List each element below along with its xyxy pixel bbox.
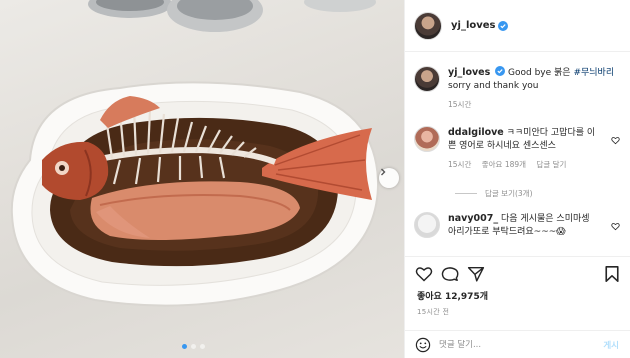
avatar[interactable] <box>414 126 440 152</box>
carousel-dot <box>191 344 196 349</box>
emoji-icon[interactable] <box>415 337 431 353</box>
chevron-right-icon <box>381 168 386 176</box>
caption-text: yj_loves Good bye 붉은 #무늬바리 sorry and tha… <box>440 66 614 111</box>
comment-text: ddalgilove ㅋㅋ미안다 고맙다를 이쁜 영어로 하시네요 센스센스 1… <box>440 126 600 171</box>
bookmark-icon[interactable] <box>603 265 621 283</box>
caption-meta: 15시간 <box>448 98 614 111</box>
view-replies-label: 답글 보기(3개) <box>485 189 533 198</box>
divider <box>455 193 477 194</box>
next-photo-button[interactable] <box>379 168 399 188</box>
comment-composer: 게시 <box>405 330 630 358</box>
carousel-indicator <box>182 344 205 349</box>
caption-line2: sorry and thank you <box>448 81 539 91</box>
reply-link[interactable]: 답글 달기 <box>536 160 566 169</box>
view-replies[interactable]: 답글 보기(3개) <box>455 188 533 199</box>
caption-body: Good bye 붉은 <box>508 68 574 78</box>
comment-input[interactable] <box>439 339 589 350</box>
like-heart-icon[interactable] <box>415 265 433 283</box>
comment-meta: 15시간 좋아요 189개 답글 달기 <box>448 158 600 171</box>
post-header: yj_loves <box>405 0 630 52</box>
caption-time: 15시간 <box>448 100 472 109</box>
carousel-dot <box>182 344 187 349</box>
avatar[interactable] <box>414 212 440 238</box>
comment-likes[interactable]: 좋아요 189개 <box>482 160 526 169</box>
comment-username[interactable]: ddalgilove <box>448 127 504 138</box>
comment-item: ddalgilove ㅋㅋ미안다 고맙다를 이쁜 영어로 하시네요 센스센스 1… <box>414 126 626 171</box>
comment-item: navy007_ 다음 게시물은 스미마셍 아리가또로 부탁드려요~~~😱 <box>414 212 626 239</box>
caption-username[interactable]: yj_loves <box>448 67 490 78</box>
comment-username[interactable]: navy007_ <box>448 213 498 224</box>
comment-bubble-icon[interactable] <box>441 265 459 283</box>
header-username[interactable]: yj_loves <box>451 20 496 31</box>
carousel-dot <box>200 344 205 349</box>
post-photo[interactable] <box>0 0 404 358</box>
fish-on-plate-image <box>10 0 380 307</box>
avatar[interactable] <box>414 66 440 92</box>
post-actions: 좋아요 12,975개 15시간 전 <box>405 256 630 330</box>
share-direct-icon[interactable] <box>467 265 485 283</box>
comment-text: navy007_ 다음 게시물은 스미마셍 아리가또로 부탁드려요~~~😱 <box>440 212 600 239</box>
hashtag-link[interactable]: #무늬바리 <box>573 68 614 78</box>
post-timestamp: 15시간 전 <box>417 308 450 316</box>
comment-like-heart-icon[interactable] <box>611 136 620 145</box>
caption: yj_loves Good bye 붉은 #무늬바리 sorry and tha… <box>414 66 626 111</box>
likes-count[interactable]: 좋아요 12,975개 <box>417 289 488 302</box>
verified-badge-icon <box>495 66 506 76</box>
post-comment-button[interactable]: 게시 <box>603 339 619 351</box>
comment-like-heart-icon[interactable] <box>611 222 620 231</box>
post-side-panel: yj_loves yj_loves Good bye 붉은 #무늬바리 sorr… <box>404 0 630 358</box>
comment-time: 15시간 <box>448 160 472 169</box>
avatar[interactable] <box>414 11 442 40</box>
verified-badge-icon <box>497 20 508 31</box>
